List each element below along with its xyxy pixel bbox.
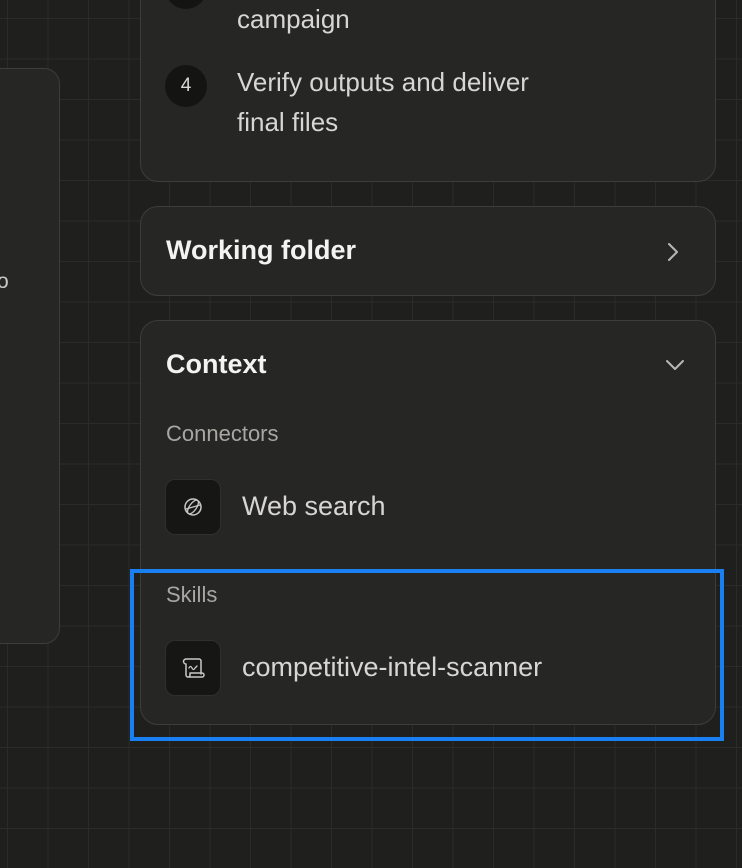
skill-competitive-intel-scanner[interactable]: competitive-intel-scanner: [242, 652, 542, 683]
working-folder-title: Working folder: [166, 235, 357, 265]
working-folder-card[interactable]: Working folder: [140, 206, 716, 296]
context-title: Context: [166, 349, 267, 379]
step-3-text-line-1: campaign: [237, 4, 350, 34]
scroll-icon: [165, 640, 221, 696]
context-card: Context Connectors Web search Skills com…: [140, 320, 716, 725]
left-panel: o: [0, 68, 60, 644]
left-panel-clipped-text: o: [0, 270, 9, 293]
globe-icon: [165, 479, 221, 535]
steps-card: campaign 4 Verify outputs and deliver fi…: [140, 0, 716, 182]
step-badge-3: [165, 0, 207, 9]
chevron-right-icon[interactable]: [665, 241, 681, 263]
skills-label: Skills: [166, 582, 218, 607]
connector-web-search[interactable]: Web search: [242, 491, 386, 522]
step-4-text-line-2: final files: [237, 107, 339, 137]
step-badge-4: 4: [165, 65, 207, 107]
step-4-text-line-1: Verify outputs and deliver: [237, 67, 529, 97]
connectors-label: Connectors: [166, 421, 279, 446]
chevron-down-icon[interactable]: [664, 357, 686, 373]
